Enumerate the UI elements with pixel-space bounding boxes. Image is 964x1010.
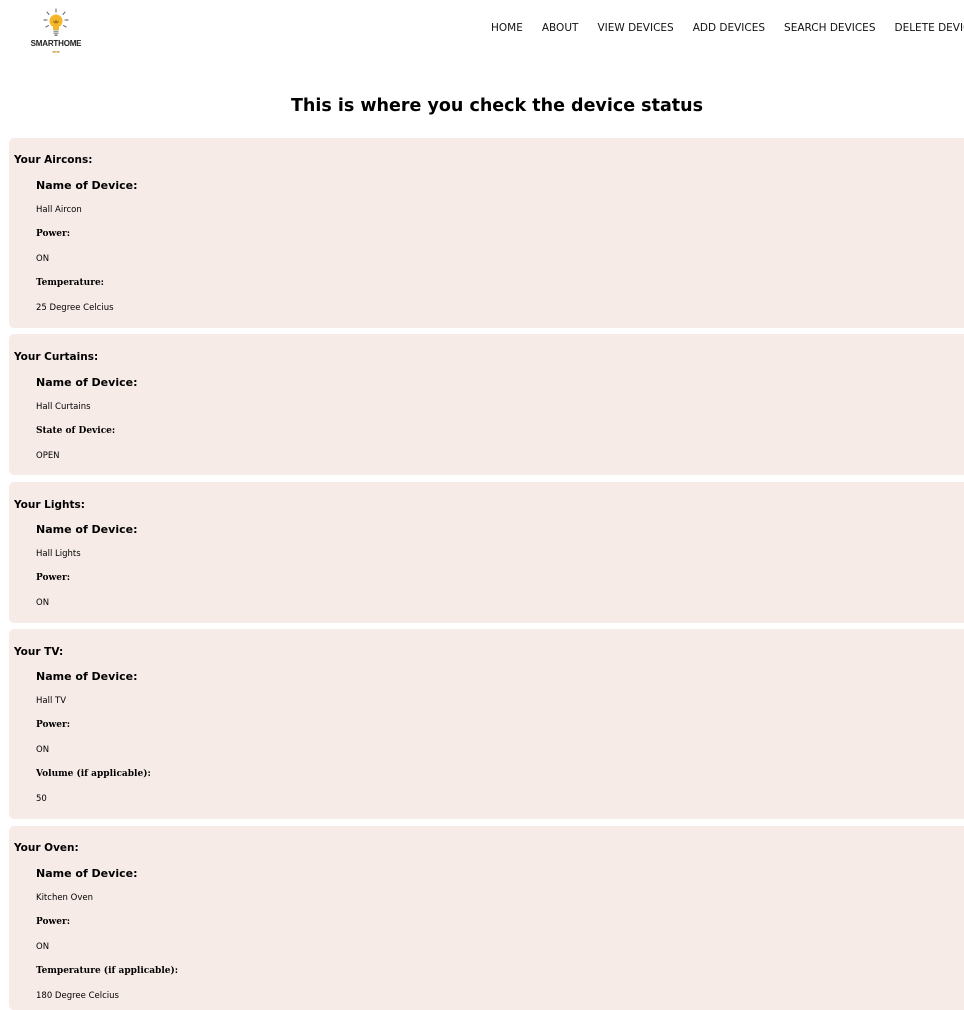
tv-name-value: Hall TV	[36, 696, 67, 706]
tv-volume-value: 50	[36, 794, 47, 804]
nav-view-devices[interactable]: VIEW DEVICES	[597, 22, 673, 34]
brand-logo[interactable]: SMARTHOME ▬▬	[30, 8, 82, 60]
curtains-name-label: Name of Device:	[36, 376, 138, 389]
aircons-temperature-label: Temperature:	[36, 278, 104, 288]
nav-delete-devices[interactable]: DELETE DEVICES	[894, 22, 964, 34]
brand-tagline-mark: ▬▬	[52, 49, 60, 54]
oven-name-value: Kitchen Oven	[36, 893, 93, 903]
tv-volume-label: Volume (if applicable):	[36, 769, 151, 779]
oven-power-label: Power:	[36, 917, 71, 927]
oven-power-value: ON	[36, 942, 50, 952]
curtains-name-value: Hall Curtains	[36, 402, 91, 412]
aircons-power-value: ON	[36, 254, 50, 264]
curtains-state-value: OPEN	[36, 451, 60, 461]
aircons-name-label: Name of Device:	[36, 179, 138, 192]
lights-heading: Your Lights:	[14, 499, 85, 511]
curtains-card: Your Curtains: Name of Device: Hall Curt…	[9, 334, 964, 475]
main-nav: HOME ABOUT VIEW DEVICES ADD DEVICES SEAR…	[491, 22, 964, 34]
tv-power-value: ON	[36, 745, 50, 755]
lights-power-label: Power:	[36, 573, 71, 583]
tv-heading: Your TV:	[14, 646, 64, 658]
aircons-name-value: Hall Aircon	[36, 205, 82, 215]
lights-power-value: ON	[36, 598, 50, 608]
aircons-temperature-value: 25 Degree Celcius	[36, 303, 114, 313]
brand-name: SMARTHOME	[30, 39, 82, 48]
nav-search-devices[interactable]: SEARCH DEVICES	[784, 22, 875, 34]
oven-name-label: Name of Device:	[36, 867, 138, 880]
page-title: This is where you check the device statu…	[290, 96, 704, 116]
tv-card: Your TV: Name of Device: Hall TV Power: …	[9, 629, 964, 819]
lights-name-label: Name of Device:	[36, 523, 138, 536]
tv-name-label: Name of Device:	[36, 670, 138, 683]
aircons-power-label: Power:	[36, 229, 71, 239]
curtains-state-label: State of Device:	[36, 426, 116, 436]
oven-heading: Your Oven:	[14, 842, 79, 854]
nav-home[interactable]: HOME	[491, 22, 523, 34]
tv-power-label: Power:	[36, 720, 71, 730]
nav-about[interactable]: ABOUT	[542, 22, 579, 34]
lightbulb-icon	[43, 8, 69, 36]
lights-card: Your Lights: Name of Device: Hall Lights…	[9, 482, 964, 623]
lights-name-value: Hall Lights	[36, 549, 81, 559]
aircons-heading: Your Aircons:	[14, 154, 93, 166]
aircons-card: Your Aircons: Name of Device: Hall Airco…	[9, 138, 964, 328]
header: SMARTHOME ▬▬ HOME ABOUT VIEW DEVICES ADD…	[0, 0, 964, 68]
oven-temperature-value: 180 Degree Celcius	[36, 991, 119, 1001]
nav-add-devices[interactable]: ADD DEVICES	[693, 22, 765, 34]
oven-temperature-label: Temperature (if applicable):	[36, 966, 179, 976]
curtains-heading: Your Curtains:	[14, 351, 99, 363]
oven-card: Your Oven: Name of Device: Kitchen Oven …	[9, 826, 964, 1010]
